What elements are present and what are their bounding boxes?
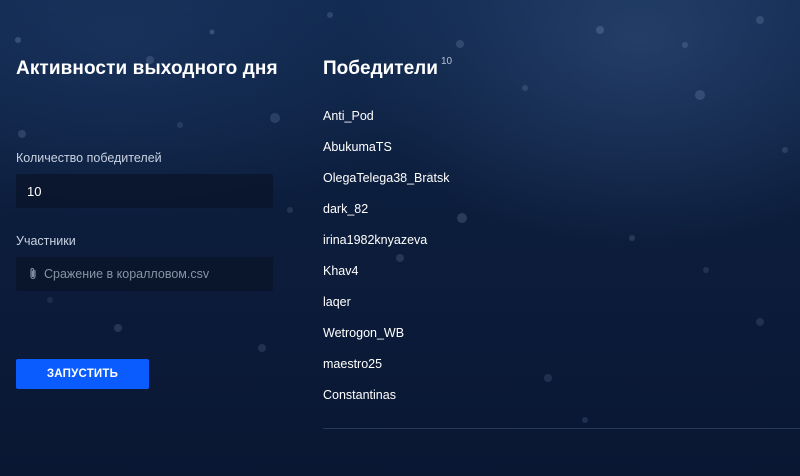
winner-item: AbukumaTS [323, 140, 392, 154]
winners-count-badge: 10 [440, 56, 453, 67]
winner-item: Anti_Pod [323, 109, 374, 123]
winner-item: Khav4 [323, 264, 359, 278]
divider [323, 428, 800, 429]
winners-title: Победители 10 [323, 56, 453, 80]
winner-item: OlegaTelega38_Bratsk [323, 171, 450, 185]
winners-count-label: Количество победителей [16, 151, 162, 165]
winner-item: Wetrogon_WB [323, 326, 405, 340]
participants-file-name: Сражение в коралловом.csv [44, 267, 210, 281]
winners-count-value: 10 [27, 183, 42, 199]
winners-title-text: Победители [323, 58, 438, 79]
winner-item: maestro25 [323, 357, 383, 371]
winner-item: irina1982knyazeva [323, 233, 428, 247]
winner-item: Constantinas [323, 388, 396, 402]
winner-item: dark_82 [323, 202, 369, 216]
winners-count-input[interactable]: 10 [16, 174, 273, 208]
winner-item: laqer [323, 295, 351, 309]
page-title: Активности выходного дня [16, 58, 278, 79]
participants-label: Участники [16, 234, 76, 248]
participants-file-input[interactable]: Сражение в коралловом.csv [16, 257, 273, 291]
winners-list: Anti_Pod AbukumaTS OlegaTelega38_Bratsk … [323, 109, 449, 419]
paperclip-icon [27, 267, 39, 281]
run-button[interactable]: ЗАПУСТИТЬ [16, 359, 149, 389]
